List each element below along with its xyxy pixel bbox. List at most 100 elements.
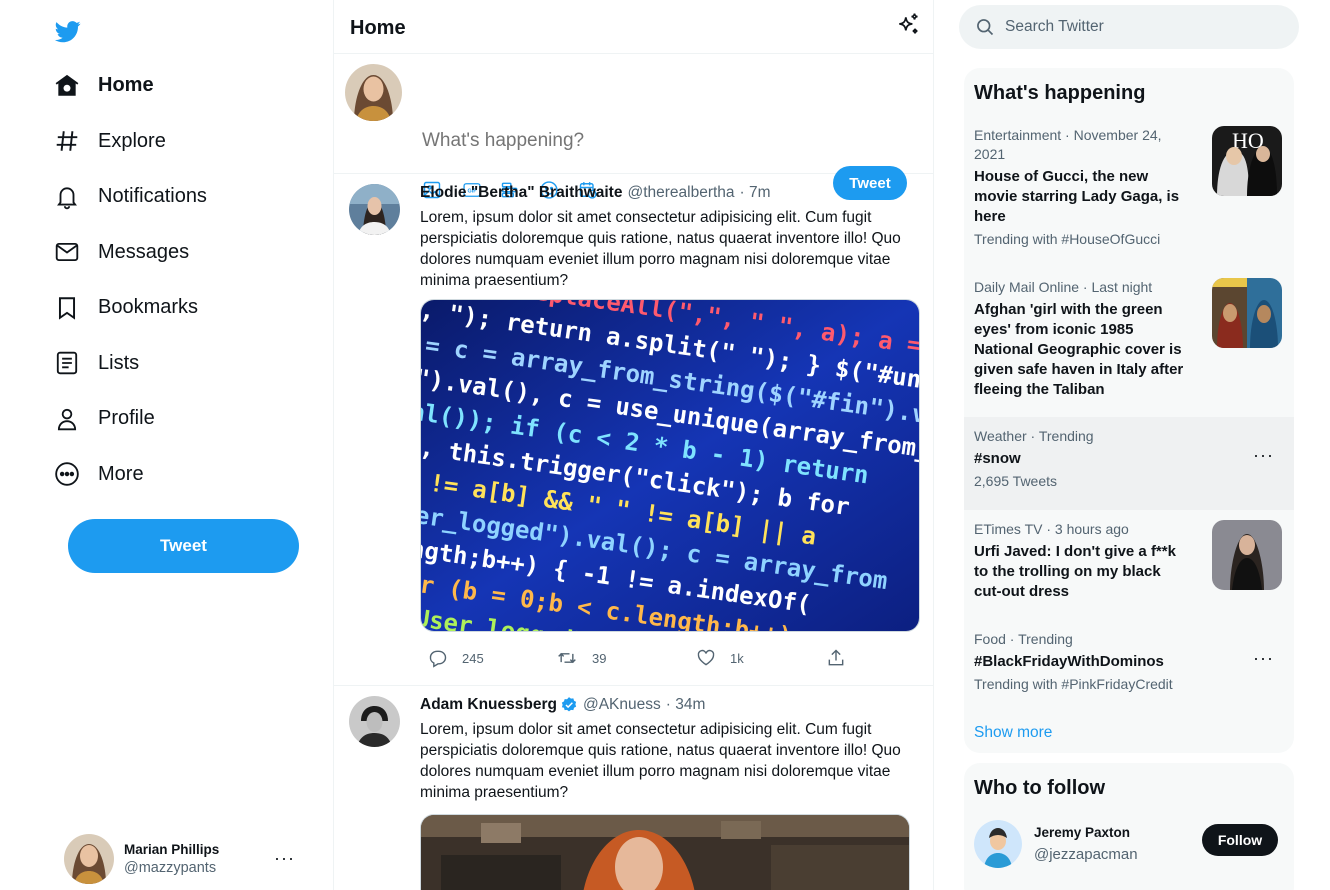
main-timeline: Home GIF Tweet [334, 0, 934, 890]
nav-item-label: Profile [98, 407, 155, 430]
search-bar[interactable] [959, 5, 1299, 49]
code-screen-image: ; a = replaceAll(",", " ", a); a = a.rep… [421, 300, 919, 631]
trend-item[interactable]: ETimes TV · 3 hours ago Urfi Javed: I do… [964, 520, 1294, 602]
compose-box: GIF Tweet [334, 54, 933, 200]
reply-count: 245 [462, 650, 484, 666]
sparkle-icon[interactable] [895, 12, 921, 38]
follow-suggestion[interactable]: Jeremy Paxton @jezzapacman Follow [974, 820, 1284, 870]
tweet-text: Lorem, ipsum dolor sit amet consectetur … [420, 721, 901, 801]
avatar [345, 64, 402, 121]
share-icon [828, 649, 844, 666]
more-icon[interactable]: ··· [1253, 648, 1274, 669]
nav-item-label: Bookmarks [98, 296, 199, 319]
trend-subtitle: 2,695 Tweets [974, 473, 1058, 489]
trend-title: House of Gucci, the new movie starring L… [974, 168, 1180, 225]
nav-item-notifications[interactable]: Notifications [52, 169, 207, 225]
trend-title: Urfi Javed: I don't give a f**k to the t… [974, 543, 1176, 600]
hashtag-icon [52, 126, 82, 156]
trend-title: #BlackFridayWithDominos [974, 653, 1164, 670]
heart-icon [697, 649, 715, 666]
reply-button[interactable]: 245 [428, 648, 556, 668]
more-icon[interactable]: ··· [274, 848, 295, 869]
tweet-actions: 245 39 1k [428, 648, 848, 668]
trend-title: #snow [974, 450, 1021, 467]
trend-meta: Weather · Trending [974, 428, 1094, 444]
more-icon[interactable]: ··· [1253, 445, 1274, 466]
tweet-author-handle[interactable]: @AKnuess [583, 696, 661, 714]
tweet[interactable]: Elodie "Bertha" Braithwaite @therealbert… [334, 174, 933, 686]
search-input[interactable] [1005, 18, 1265, 36]
nav-item-lists[interactable]: Lists [52, 336, 207, 392]
list-icon [52, 348, 82, 378]
avatar [349, 184, 400, 235]
search-icon [977, 19, 994, 36]
trend-item[interactable]: Food · Trending #BlackFridayWithDominos … [964, 630, 1294, 692]
tweet-text: Lorem, ipsum dolor sit amet consectetur … [420, 209, 901, 289]
nav-item-label: Messages [98, 240, 190, 263]
tweet-author-name[interactable]: Elodie "Bertha" Braithwaite [420, 184, 622, 202]
trend-meta: Food · Trending [974, 631, 1073, 647]
like-count: 1k [730, 650, 744, 666]
account-handle: @mazzypants [124, 860, 217, 876]
retweet-button[interactable]: 39 [556, 648, 696, 668]
tweet-time[interactable]: · 7m [740, 184, 771, 202]
tweet-time[interactable]: · 34m [666, 696, 706, 714]
nav-item-home[interactable]: Home [52, 58, 207, 114]
show-more-link[interactable]: Show more [974, 724, 1052, 742]
nav-item-more[interactable]: More [52, 447, 207, 503]
nav-item-messages[interactable]: Messages [52, 225, 207, 281]
share-button[interactable] [826, 648, 846, 668]
home-icon [52, 71, 82, 101]
account-name: Marian Phillips [124, 842, 220, 857]
avatar [349, 696, 400, 747]
main-nav: Home Explore Notifications Messages Book… [52, 58, 207, 502]
page-title: Home [350, 17, 406, 39]
trend-item[interactable]: Daily Mail Online · Last night Afghan 'g… [964, 278, 1294, 400]
tweet-author-name[interactable]: Adam Knuessberg [420, 696, 557, 714]
tweet-image[interactable]: ; a = replaceAll(",", " ", a); a = a.rep… [420, 299, 920, 632]
like-button[interactable]: 1k [696, 648, 826, 668]
trend-thumbnail [1212, 520, 1282, 590]
envelope-icon [52, 237, 82, 267]
compose-input[interactable] [422, 130, 822, 152]
bell-icon [52, 182, 82, 212]
tweet-header: Elodie "Bertha" Braithwaite @therealbert… [420, 184, 771, 202]
trend-thumbnail [1212, 278, 1282, 348]
nav-item-label: Notifications [98, 185, 207, 208]
who-to-follow-panel: Who to follow Jeremy Paxton @jezzapacman… [964, 763, 1294, 890]
account-switcher[interactable]: Marian Phillips @mazzypants ··· [64, 834, 309, 884]
retweet-icon [558, 652, 576, 664]
nav-item-bookmarks[interactable]: Bookmarks [52, 280, 207, 336]
twitter-bird-icon[interactable] [54, 18, 82, 44]
trends-panel: What's happening Entertainment · Novembe… [964, 68, 1294, 753]
left-sidebar: Home Explore Notifications Messages Book… [0, 0, 334, 890]
trend-item[interactable]: Weather · Trending #snow 2,695 Tweets ··… [964, 417, 1294, 510]
follow-name: Jeremy Paxton [1034, 825, 1131, 840]
who-to-follow-title: Who to follow [974, 777, 1106, 799]
retweet-count: 39 [592, 650, 607, 666]
trend-meta: Entertainment · November 24, 2021 [974, 127, 1162, 162]
nav-item-label: Explore [98, 129, 166, 152]
tweet-header: Adam Knuessberg @AKnuess · 34m [420, 696, 705, 714]
nav-item-label: More [98, 462, 144, 485]
person-icon [52, 404, 82, 434]
avatar [974, 820, 1022, 868]
tweet-image[interactable] [420, 814, 910, 890]
follow-button[interactable]: Follow [1202, 824, 1278, 856]
nav-item-label: Home [98, 74, 154, 97]
trends-title: What's happening [974, 82, 1146, 104]
tweet[interactable]: Adam Knuessberg @AKnuess · 34m Lorem, ip… [334, 686, 933, 890]
nav-item-label: Lists [98, 351, 140, 374]
tweet-button[interactable]: Tweet [68, 519, 299, 573]
trend-item[interactable]: Entertainment · November 24, 2021 House … [964, 126, 1294, 247]
trend-title: Afghan 'girl with the green eyes' from i… [974, 301, 1184, 398]
trend-thumbnail: HO [1212, 126, 1282, 196]
tweet-author-handle[interactable]: @therealbertha [627, 184, 734, 202]
nav-item-profile[interactable]: Profile [52, 391, 207, 447]
nav-item-explore[interactable]: Explore [52, 114, 207, 170]
avatar [64, 834, 114, 884]
timeline-header: Home [334, 0, 933, 54]
trend-subtitle: Trending with #PinkFridayCredit [974, 676, 1173, 692]
right-sidebar: What's happening Entertainment · Novembe… [934, 0, 1330, 890]
verified-badge-icon [561, 697, 577, 712]
